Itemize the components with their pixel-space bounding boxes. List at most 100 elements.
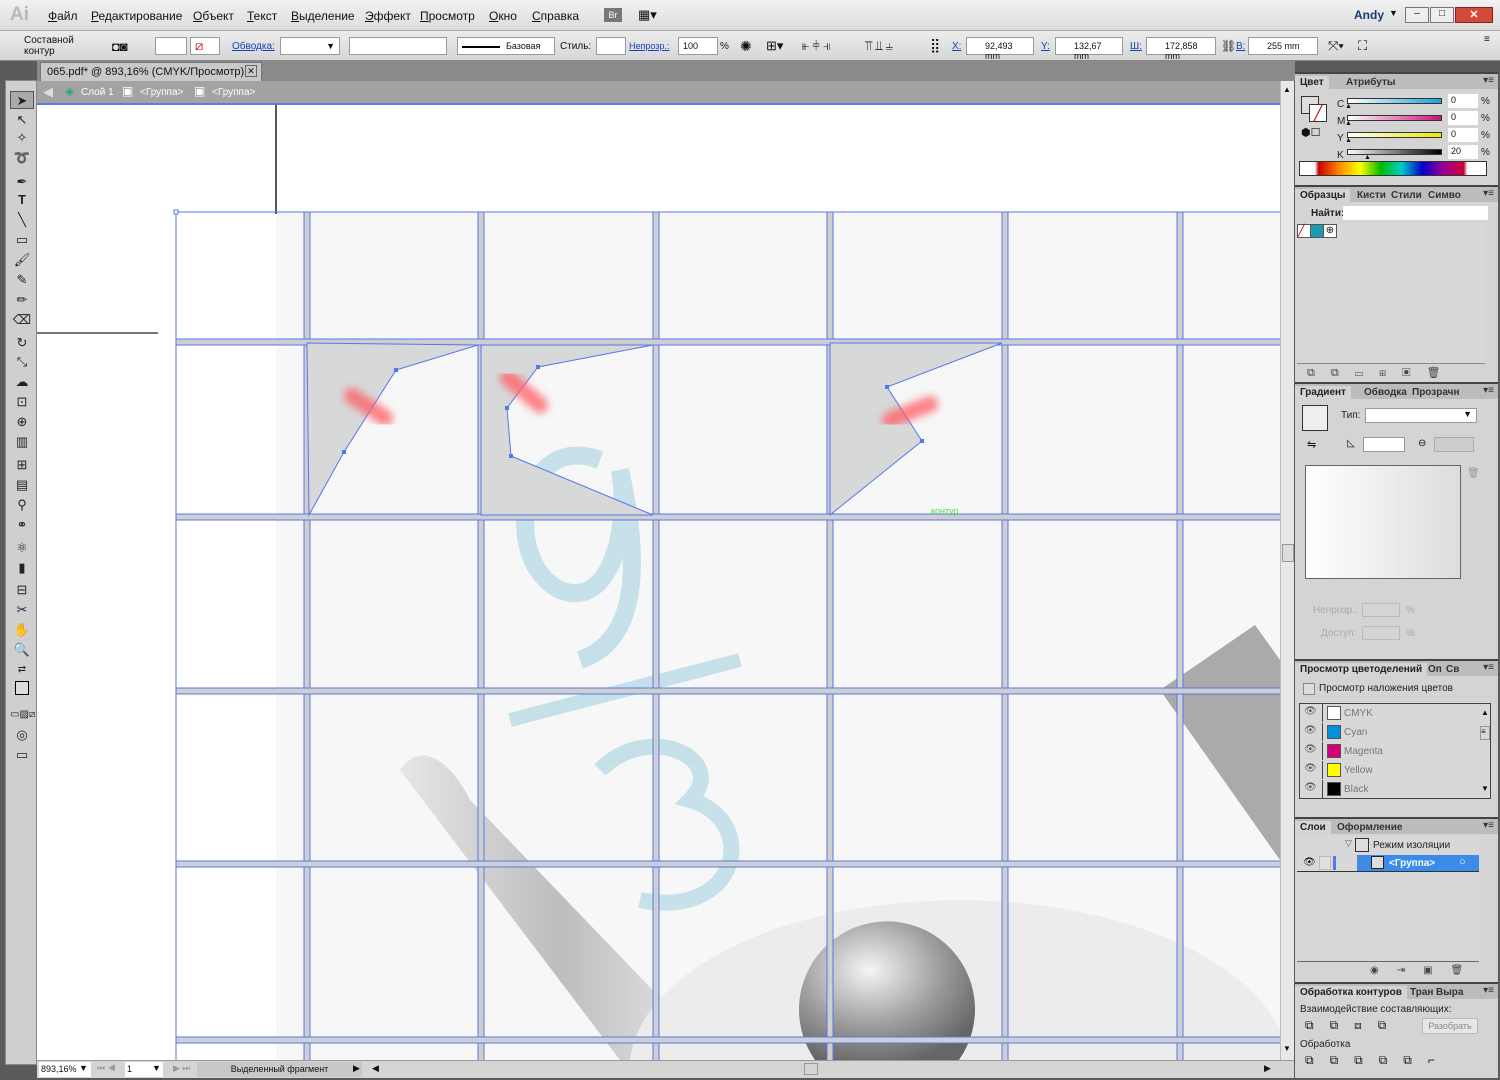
m-slider-thumb[interactable]: ▲	[1345, 120, 1352, 127]
bridge-button[interactable]: Br	[604, 8, 622, 22]
selection-tool[interactable]: ➤	[10, 91, 34, 109]
shape-builder-tool[interactable]: ⊕	[10, 413, 34, 431]
mesh-tool[interactable]: ⊞	[10, 456, 34, 474]
layer-footer-icons[interactable]: ◉⇥▣🗑	[1370, 965, 1481, 976]
magic-wand-tool[interactable]: ✧	[10, 129, 34, 147]
tab-stroke[interactable]: Обводка	[1359, 386, 1412, 399]
swatch-footer-icons[interactable]: ⧉⧉▭⊞▣🗑	[1307, 366, 1456, 380]
color-mode-icons[interactable]: ▭▨⧄	[10, 706, 35, 724]
perspective-grid-tool[interactable]: ▥	[10, 433, 34, 451]
scroll-thumb[interactable]	[1282, 544, 1294, 562]
layer-row-isolation[interactable]: ▽ Режим изоляции	[1297, 836, 1479, 854]
scroll-up-icon[interactable]: ▲	[1283, 85, 1291, 94]
status-menu-icon[interactable]: ▶	[353, 1063, 360, 1074]
panel-menu-icon[interactable]: ▾≡	[1483, 188, 1494, 199]
scroll-left-icon[interactable]: ◀	[372, 1063, 379, 1074]
lock-toggle[interactable]	[1319, 856, 1331, 870]
maximize-button[interactable]: □	[1430, 7, 1454, 23]
blob-brush-tool[interactable]: ✎	[10, 271, 34, 289]
menu-window[interactable]: Окно	[489, 9, 517, 23]
warp-tool[interactable]: ☁	[10, 373, 34, 391]
hand-tool[interactable]: ✋	[10, 621, 34, 639]
recolor-icon[interactable]: ✺	[740, 38, 752, 55]
artboard-tool[interactable]: ⊟	[10, 581, 34, 599]
fill-stroke-icon[interactable]	[10, 681, 34, 699]
scroll-right-icon[interactable]: ▶	[1264, 1063, 1271, 1074]
tab-styles[interactable]: Стили	[1386, 189, 1427, 202]
stroke-weight-field[interactable]: ▼	[280, 37, 340, 55]
constrain-link-icon[interactable]: ⛓	[1221, 39, 1236, 53]
target-circle-icon[interactable]: ○	[1459, 856, 1466, 868]
delete-stop-icon[interactable]: 🗑	[1467, 468, 1480, 479]
k-slider-thumb[interactable]: ▲	[1364, 154, 1371, 161]
c-slider[interactable]	[1347, 98, 1442, 104]
back-arrow-icon[interactable]: ◀	[43, 84, 53, 100]
collapse-icon[interactable]: ▽	[1345, 838, 1352, 849]
select-similar-icon[interactable]: ⤧▾	[1328, 38, 1344, 54]
panel-menu-icon[interactable]: ▾≡	[1483, 662, 1494, 673]
m-value[interactable]: 0	[1448, 111, 1478, 125]
type-tool[interactable]: T	[10, 191, 34, 209]
scroll-down-icon[interactable]: ▼	[1283, 1044, 1291, 1053]
gradient-preview[interactable]	[1302, 405, 1328, 431]
pencil-tool[interactable]: ✏	[10, 291, 34, 309]
menu-select[interactable]: Выделение	[291, 9, 355, 23]
workspace-dropdown-icon[interactable]: ▼	[1389, 8, 1398, 18]
page-dropdown-icon[interactable]: ▼	[152, 1063, 161, 1073]
visibility-eye-icon[interactable]: 👁	[1304, 782, 1317, 793]
reference-point-icon[interactable]: ⣿	[930, 37, 940, 54]
symbol-sprayer-tool[interactable]: ⚛	[10, 539, 34, 557]
tab-pathfinder[interactable]: Обработка контуров	[1295, 986, 1407, 999]
eyedropper-tool[interactable]: ⚲	[10, 496, 34, 514]
gradient-slider-area[interactable]	[1305, 465, 1461, 579]
visibility-eye-icon[interactable]: 👁	[1304, 744, 1317, 755]
screen-mode-icon[interactable]: ▭	[10, 746, 34, 764]
angle-field[interactable]	[1363, 437, 1405, 452]
first-page-icon[interactable]: ⏮ ◀	[97, 1063, 116, 1074]
stop-opacity-field[interactable]	[1362, 603, 1400, 617]
rectangle-tool[interactable]: ▭	[10, 231, 34, 249]
tab-align[interactable]: Выра	[1431, 986, 1468, 999]
workspace-user[interactable]: Andy	[1354, 8, 1384, 22]
y-field[interactable]: 132,67 mm	[1055, 37, 1123, 61]
paintbrush-tool[interactable]: 🖌	[10, 251, 34, 269]
layer-row-group[interactable]: 👁 ▷ <Группа> ○	[1297, 855, 1479, 872]
panel-menu-icon[interactable]: ▾≡	[1483, 385, 1494, 396]
isolate-icon[interactable]: ◘◙	[112, 39, 128, 54]
align-vertical-icons[interactable]: ⫪⫫⫨	[865, 38, 896, 54]
swatch-registration-cyan[interactable]	[1310, 224, 1324, 238]
slice-tool[interactable]: ✂	[10, 601, 34, 619]
scroll-up-icon[interactable]: ▲	[1481, 708, 1489, 717]
out-of-gamut-icon[interactable]: ⬢☐	[1301, 126, 1320, 139]
drawing-mode-icon[interactable]: ◎	[10, 726, 34, 744]
shape-mode-buttons[interactable]: ⧉⧉⧈⧉	[1305, 1018, 1402, 1033]
menu-view[interactable]: Просмотр	[420, 9, 475, 23]
close-button[interactable]: ✕	[1455, 7, 1493, 23]
artboard-canvas[interactable]: контур	[37, 105, 1280, 1060]
scroll-down-icon[interactable]: ▼	[1481, 784, 1489, 793]
c-slider-thumb[interactable]: ▲	[1345, 103, 1352, 110]
zoom-tool[interactable]: 🔍	[10, 641, 34, 659]
direct-selection-tool[interactable]: ↖	[10, 111, 34, 129]
opacity-label[interactable]: Непрозр.:	[629, 41, 669, 51]
stroke-label[interactable]: Обводка:	[232, 41, 275, 52]
menu-type[interactable]: Текст	[247, 9, 277, 23]
breadcrumb-layer[interactable]: Слой 1	[81, 87, 114, 98]
tab-separations-preview[interactable]: Просмотр цветоделений	[1295, 663, 1428, 676]
stroke-none-swatch[interactable]: ╱	[1309, 104, 1327, 122]
breadcrumb-group-1[interactable]: <Группа>	[140, 87, 183, 98]
aspect-field[interactable]	[1434, 437, 1474, 452]
height-field[interactable]: 255 mm	[1248, 37, 1318, 55]
ink-row[interactable]: 👁 CMYK	[1300, 704, 1478, 722]
workspace-arrange-icon[interactable]: ▦▾	[638, 7, 657, 23]
menu-help[interactable]: Справка	[532, 9, 579, 23]
color-spectrum[interactable]	[1299, 161, 1487, 176]
expand-button[interactable]: Разобрать	[1422, 1018, 1478, 1034]
rotate-tool[interactable]: ↻	[10, 334, 34, 352]
c-value[interactable]: 0	[1448, 94, 1478, 108]
status-info[interactable]: Выделенный фрагмент	[197, 1062, 362, 1077]
y-value[interactable]: 0	[1448, 128, 1478, 142]
panel-menu-icon[interactable]: ▾≡	[1483, 985, 1494, 996]
close-tab-icon[interactable]: ✕	[245, 65, 257, 77]
align-horizontal-icons[interactable]: ⫦⫩⫣	[802, 38, 834, 54]
